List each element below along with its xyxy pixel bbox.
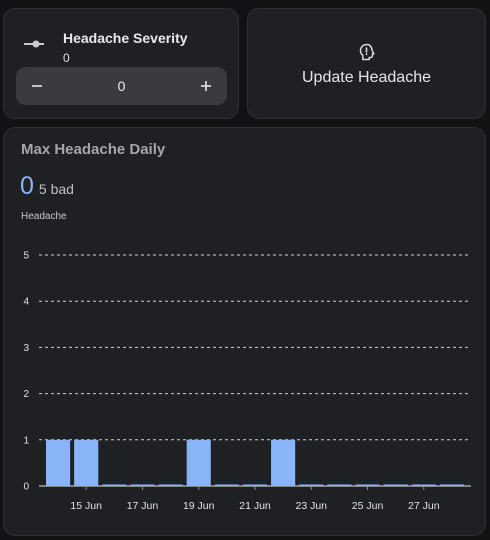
severity-stepper: 0 — [16, 67, 227, 105]
y-tick-label: 1 — [23, 435, 29, 446]
x-tick-label: 23 Jun — [296, 500, 328, 512]
bar — [271, 439, 296, 486]
bar — [383, 484, 408, 486]
y-tick-label: 2 — [23, 389, 29, 400]
headache-bar-chart: 0 1 2 3 4 5 15 Jun 17 Jun 19 Jun 21 Jun 23 Jun 25 J… — [23, 251, 471, 512]
plus-icon — [201, 81, 211, 91]
x-tick-label: 21 Jun — [239, 500, 271, 512]
bar — [214, 484, 239, 486]
bar — [130, 484, 155, 486]
bar — [158, 484, 183, 486]
severity-value: 0 — [63, 51, 70, 65]
bar — [74, 439, 99, 486]
y-tick-label: 0 — [23, 482, 29, 493]
severity-title: Headache Severity — [63, 30, 188, 46]
bar — [327, 484, 352, 486]
decrement-button[interactable] — [18, 67, 56, 105]
head-alert-icon — [359, 43, 375, 61]
y-tick-label: 5 — [23, 251, 29, 262]
x-tick-label: 15 Jun — [70, 500, 102, 512]
stepper-value[interactable]: 0 — [76, 67, 167, 105]
max-headache-daily-card: Max Headache Daily 05 bad Headache 01234… — [3, 127, 486, 536]
minus-icon — [32, 85, 42, 87]
increment-button[interactable] — [187, 67, 225, 105]
bar — [411, 484, 436, 486]
x-tick-label: 17 Jun — [127, 500, 159, 512]
y-tick-label: 3 — [23, 343, 29, 354]
bar — [355, 484, 380, 486]
x-tick-label: 25 Jun — [352, 500, 384, 512]
bar — [186, 439, 211, 486]
bar — [46, 439, 71, 486]
bar — [299, 484, 324, 486]
bar — [102, 484, 127, 486]
slider-icon — [24, 40, 44, 48]
update-headache-label: Update Headache — [302, 69, 431, 86]
bar — [439, 484, 464, 486]
bar — [242, 484, 268, 486]
y-tick-label: 4 — [23, 297, 29, 308]
update-headache-button[interactable]: Update Headache — [247, 8, 486, 119]
x-tick-label: 19 Jun — [183, 500, 215, 512]
headache-severity-card: Headache Severity 0 0 — [3, 8, 239, 119]
x-tick-label: 27 Jun — [408, 500, 440, 512]
